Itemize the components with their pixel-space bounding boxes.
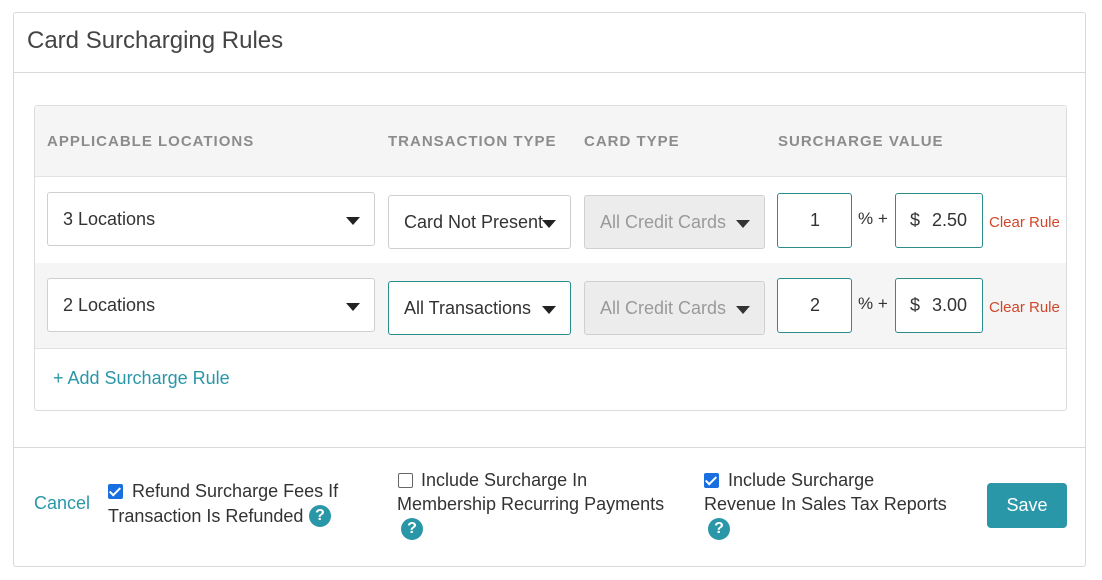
chevron-down-icon: [346, 217, 360, 225]
clear-rule-link[interactable]: Clear Rule: [989, 214, 1060, 231]
refund-surcharge-label-line2: Transaction Is Refunded: [108, 506, 304, 526]
locations-select-value: 3 Locations: [63, 209, 156, 229]
chevron-down-icon: [542, 306, 556, 314]
surcharge-percent-input[interactable]: 1: [777, 193, 852, 248]
percent-plus-label: % +: [858, 294, 888, 313]
percent-plus-label: % +: [858, 209, 888, 228]
add-surcharge-rule-link[interactable]: + Add Surcharge Rule: [53, 368, 230, 389]
cancel-link[interactable]: Cancel: [34, 493, 90, 514]
card-type-select-value: All Credit Cards: [600, 298, 727, 318]
help-icon[interactable]: ?: [309, 505, 331, 527]
column-header-card-type: CARD TYPE: [584, 133, 680, 150]
footer-divider: [14, 447, 1085, 448]
membership-recurring-label-line2: Membership Recurring Payments: [397, 494, 665, 514]
card-surcharging-panel: Card Surcharging Rules APPLICABLE LOCATI…: [13, 12, 1086, 567]
locations-select[interactable]: 3 Locations: [47, 192, 375, 246]
column-header-surcharge-value: SURCHARGE VALUE: [778, 133, 944, 150]
chevron-down-icon: [736, 220, 750, 228]
transaction-type-select-value: Card Not Present: [404, 212, 544, 232]
transaction-type-select[interactable]: Card Not Present: [388, 195, 571, 249]
surcharge-amount-value: 3.00: [932, 295, 968, 315]
surcharge-amount-input[interactable]: $ 2.50: [895, 193, 983, 248]
sales-tax-reports-label-line1: Include Surcharge: [728, 470, 875, 490]
surcharge-percent-value: 1: [810, 210, 821, 230]
rules-table-header: APPLICABLE LOCATIONS TRANSACTION TYPE CA…: [35, 106, 1066, 177]
surcharge-percent-input[interactable]: 2: [777, 278, 852, 333]
locations-select-value: 2 Locations: [63, 295, 156, 315]
surcharge-amount-input[interactable]: $ 3.00: [895, 278, 983, 333]
help-icon[interactable]: ?: [708, 518, 730, 540]
column-header-locations: APPLICABLE LOCATIONS: [47, 133, 255, 150]
chevron-down-icon: [542, 220, 556, 228]
chevron-down-icon: [736, 306, 750, 314]
currency-symbol: $: [910, 210, 921, 230]
transaction-type-select-value: All Transactions: [404, 298, 532, 318]
locations-select[interactable]: 2 Locations: [47, 278, 375, 332]
currency-symbol: $: [910, 295, 921, 315]
column-header-transaction-type: TRANSACTION TYPE: [388, 133, 557, 150]
card-type-select: All Credit Cards: [584, 281, 765, 335]
rules-table: APPLICABLE LOCATIONS TRANSACTION TYPE CA…: [34, 105, 1067, 411]
surcharge-amount-value: 2.50: [932, 210, 968, 230]
save-button[interactable]: Save: [987, 483, 1067, 528]
sales-tax-reports-label-line2: Revenue In Sales Tax Reports: [704, 494, 947, 514]
membership-recurring-label-line1: Include Surcharge In: [421, 470, 588, 490]
rule-row: 3 Locations Card Not Present All Credit …: [35, 177, 1066, 263]
chevron-down-icon: [346, 303, 360, 311]
clear-rule-link[interactable]: Clear Rule: [989, 299, 1060, 316]
membership-recurring-checkbox[interactable]: [398, 473, 413, 488]
page-title: Card Surcharging Rules: [27, 27, 284, 54]
rule-row: 2 Locations All Transactions All Credit …: [35, 263, 1066, 349]
refund-surcharge-checkbox[interactable]: [108, 484, 123, 499]
sales-tax-reports-checkbox[interactable]: [704, 473, 719, 488]
card-type-select: All Credit Cards: [584, 195, 765, 249]
refund-surcharge-label-line1: Refund Surcharge Fees If: [132, 481, 339, 501]
surcharge-percent-value: 2: [810, 295, 821, 315]
card-type-select-value: All Credit Cards: [600, 212, 727, 232]
help-icon[interactable]: ?: [401, 518, 423, 540]
panel-header: Card Surcharging Rules: [14, 13, 1085, 73]
transaction-type-select[interactable]: All Transactions: [388, 281, 571, 335]
